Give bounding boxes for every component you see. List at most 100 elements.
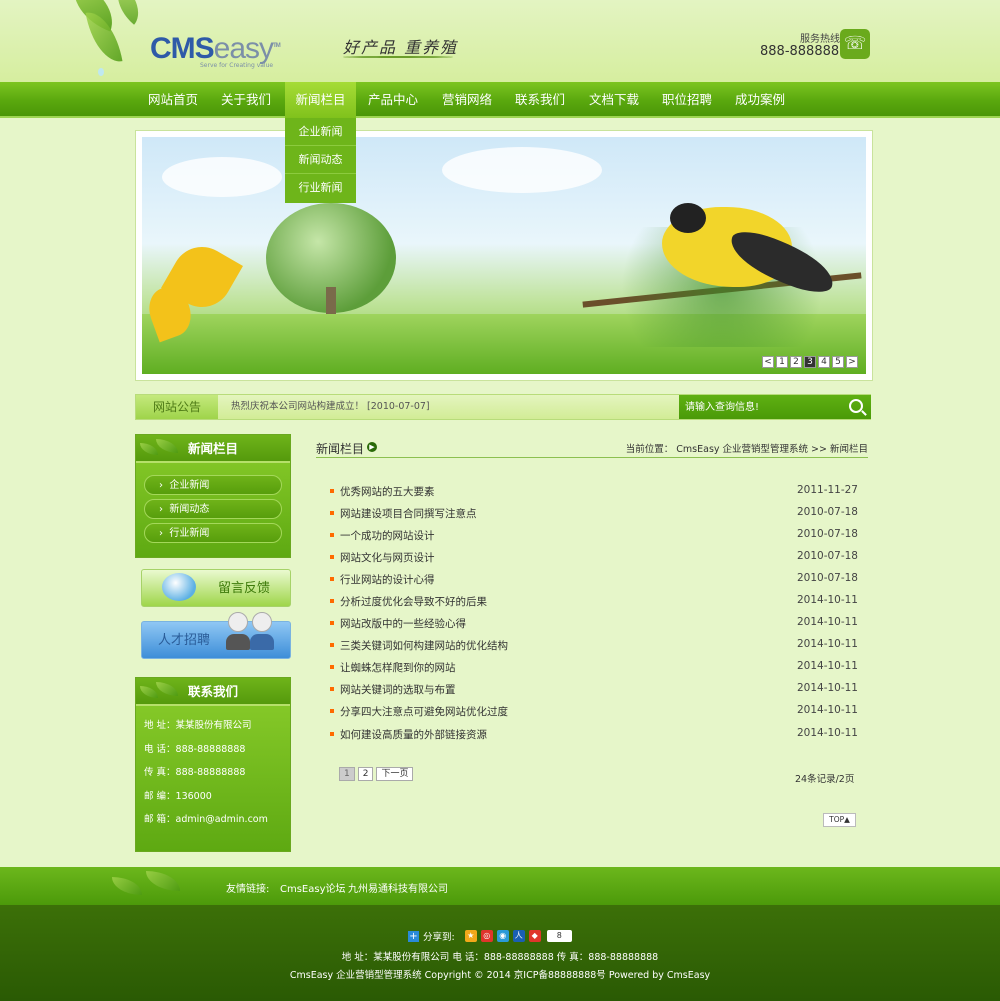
friend-link-company[interactable]: 九州易通科技有限公司 bbox=[348, 880, 448, 895]
list-item[interactable]: 网站建设项目合同撰写注意点 2010-07-18 bbox=[330, 503, 858, 525]
news-title-link[interactable]: 分析过度优化会导致不好的后果 bbox=[340, 594, 487, 609]
nav-item-products[interactable]: 产品中心 bbox=[357, 82, 429, 118]
back-to-top-button[interactable]: TOP▲ bbox=[823, 813, 856, 827]
feedback-label: 留言反馈 bbox=[218, 581, 271, 596]
list-item[interactable]: 分析过度优化会导致不好的后果 2014-10-11 bbox=[330, 591, 858, 613]
news-date: 2010-07-18 bbox=[796, 550, 858, 563]
sidebar-news-header: 新闻栏目 bbox=[136, 435, 290, 463]
nav-item-cases[interactable]: 成功案例 bbox=[724, 82, 796, 118]
main-nav: 网站首页 关于我们 新闻栏目 产品中心 营销网络 联系我们 文档下载 职位招聘 … bbox=[0, 82, 1000, 118]
sidebar-contact-box: 联系我们 地 址：某某股份有限公司 电 话：888-88888888 传 真：8… bbox=[135, 677, 291, 852]
news-title-link[interactable]: 行业网站的设计心得 bbox=[340, 572, 435, 587]
news-list: 优秀网站的五大要素 2011-11-27 网站建设项目合同撰写注意点 2010-07… bbox=[330, 481, 858, 746]
list-item[interactable]: 网站关键词的选取与布置 2014-10-11 bbox=[330, 679, 858, 701]
feedback-button[interactable]: 留言反馈 bbox=[141, 569, 291, 607]
bullet-icon bbox=[330, 577, 334, 582]
next-page-button[interactable]: 下一页 bbox=[376, 767, 414, 781]
news-date: 2010-07-18 bbox=[796, 506, 858, 519]
sidebar-item-news-updates[interactable]: › 新闻动态 bbox=[144, 499, 282, 519]
news-date: 2014-10-11 bbox=[796, 704, 858, 717]
friend-link-forum[interactable]: CmsEasy论坛 bbox=[280, 880, 346, 895]
dropdown-item-company-news[interactable]: 企业新闻 bbox=[285, 118, 356, 146]
nav-item-network[interactable]: 营销网络 bbox=[431, 82, 503, 118]
sidebar-item-company-news[interactable]: › 企业新闻 bbox=[144, 475, 282, 495]
news-title-link[interactable]: 三类关键词如何构建网站的优化结构 bbox=[340, 638, 508, 653]
news-title-link[interactable]: 网站改版中的一些经验心得 bbox=[340, 616, 466, 631]
slogan-underline bbox=[343, 56, 453, 58]
notice-text[interactable]: 热烈庆祝本公司网站构建成立！ [2010-07-07] bbox=[231, 395, 430, 419]
cloud-shape bbox=[442, 147, 602, 193]
share-plus-icon[interactable]: + bbox=[408, 930, 419, 942]
search-icon[interactable] bbox=[849, 399, 863, 413]
list-item[interactable]: 网站文化与网页设计 2010-07-18 bbox=[330, 547, 858, 569]
news-title-link[interactable]: 一个成功的网站设计 bbox=[340, 528, 435, 543]
sidebar-item-industry-news[interactable]: › 行业新闻 bbox=[144, 523, 282, 543]
bullet-icon bbox=[330, 599, 334, 604]
banner-page-button-active[interactable]: 3 bbox=[804, 356, 816, 368]
list-item[interactable]: 分享四大注意点可避免网站优化过度 2014-10-11 bbox=[330, 701, 858, 723]
banner-image[interactable]: < 1 2 3 4 5 > bbox=[142, 137, 866, 374]
friend-links-label: 友情链接: bbox=[226, 884, 270, 895]
page-2-button[interactable]: 2 bbox=[357, 767, 374, 781]
news-title-link[interactable]: 让蜘蛛怎样爬到你的网站 bbox=[340, 660, 456, 675]
nav-item-jobs[interactable]: 职位招聘 bbox=[651, 82, 723, 118]
nav-item-contact[interactable]: 联系我们 bbox=[504, 82, 576, 118]
news-date: 2014-10-11 bbox=[796, 682, 858, 695]
sidebar-news-box: 新闻栏目 › 企业新闻 › 新闻动态 › 行业新闻 bbox=[135, 434, 291, 558]
list-item[interactable]: 优秀网站的五大要素 2011-11-27 bbox=[330, 481, 858, 503]
banner-page-button[interactable]: 1 bbox=[776, 356, 788, 368]
tencent-share-icon[interactable]: ◉ bbox=[496, 930, 509, 942]
list-item[interactable]: 网站改版中的一些经验心得 2014-10-11 bbox=[330, 613, 858, 635]
water-drop-icon bbox=[98, 68, 104, 76]
logo[interactable]: CMSeasyTM Serve for Creating value bbox=[150, 30, 300, 72]
sprout-icon bbox=[112, 869, 192, 903]
list-item[interactable]: 一个成功的网站设计 2010-07-18 bbox=[330, 525, 858, 547]
news-title-link[interactable]: 如何建设高质量的外部链接资源 bbox=[340, 727, 487, 742]
weibo-share-icon[interactable]: ◎ bbox=[480, 930, 493, 942]
bullet-icon bbox=[330, 533, 334, 538]
news-title-link[interactable]: 分享四大注意点可避免网站优化过度 bbox=[340, 704, 508, 719]
list-item[interactable]: 如何建设高质量的外部链接资源 2014-10-11 bbox=[330, 724, 858, 746]
list-item[interactable]: 三类关键词如何构建网站的优化结构 2014-10-11 bbox=[330, 635, 858, 657]
nav-item-about[interactable]: 关于我们 bbox=[210, 82, 282, 118]
more-share-icon[interactable]: ◆ bbox=[528, 930, 541, 942]
notice-bar: 网站公告 热烈庆祝本公司网站构建成立！ [2010-07-07] bbox=[135, 394, 871, 420]
news-title-link[interactable]: 优秀网站的五大要素 bbox=[340, 484, 435, 499]
bird-head-shape bbox=[670, 203, 706, 233]
banner-prev-button[interactable]: < bbox=[762, 356, 774, 368]
contact-address: 地 址：某某股份有限公司 bbox=[144, 720, 252, 731]
dropdown-item-industry-news[interactable]: 行业新闻 bbox=[285, 174, 356, 202]
contact-phone: 电 话：888-88888888 bbox=[144, 743, 246, 755]
news-title-link[interactable]: 网站建设项目合同撰写注意点 bbox=[340, 506, 477, 521]
hotline-label: 服务热线 bbox=[800, 34, 840, 45]
news-title-link[interactable]: 网站文化与网页设计 bbox=[340, 550, 435, 565]
logo-tm: TM bbox=[273, 43, 281, 49]
renren-share-icon[interactable]: 人 bbox=[512, 930, 525, 942]
sidebar-item-label: 新闻动态 bbox=[169, 504, 210, 515]
qzone-share-icon[interactable]: ★ bbox=[464, 930, 477, 942]
leaf-icon bbox=[140, 439, 180, 459]
news-date: 2014-10-11 bbox=[796, 726, 858, 739]
banner-page-button[interactable]: 4 bbox=[818, 356, 830, 368]
nav-item-downloads[interactable]: 文档下载 bbox=[578, 82, 650, 118]
list-item[interactable]: 行业网站的设计心得 2010-07-18 bbox=[330, 569, 858, 591]
sidebar-item-label: 企业新闻 bbox=[169, 480, 210, 491]
news-date: 2010-07-18 bbox=[796, 528, 858, 541]
bullet-icon bbox=[330, 621, 334, 626]
nav-item-news[interactable]: 新闻栏目 bbox=[285, 82, 356, 118]
news-date: 2014-10-11 bbox=[796, 638, 858, 651]
banner-page-button[interactable]: 5 bbox=[832, 356, 844, 368]
record-count: 24条记录/2页 bbox=[795, 774, 855, 785]
banner-page-button[interactable]: 2 bbox=[790, 356, 802, 368]
jobs-button[interactable]: 人才招聘 bbox=[141, 612, 291, 659]
dropdown-item-news-updates[interactable]: 新闻动态 bbox=[285, 146, 356, 174]
search-input[interactable] bbox=[681, 396, 839, 418]
news-date: 2014-10-11 bbox=[796, 616, 858, 629]
page-1-button[interactable]: 1 bbox=[339, 767, 355, 781]
list-item[interactable]: 让蜘蛛怎样爬到你的网站 2014-10-11 bbox=[330, 657, 858, 679]
pagination: 1 2 下一页 bbox=[339, 767, 414, 781]
arrow-right-icon: ▶ bbox=[367, 442, 377, 452]
banner-next-button[interactable]: > bbox=[846, 356, 858, 368]
nav-item-home[interactable]: 网站首页 bbox=[137, 82, 209, 118]
news-title-link[interactable]: 网站关键词的选取与布置 bbox=[340, 682, 456, 697]
